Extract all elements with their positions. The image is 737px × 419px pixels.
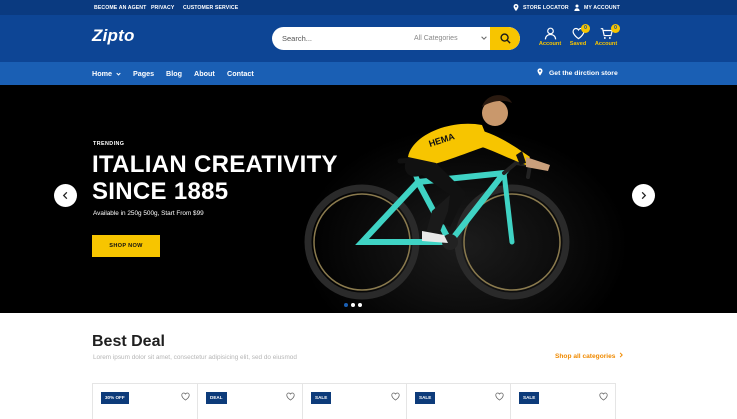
hero-eyebrow: TRENDING [93,141,125,147]
account-label: Account [538,41,562,47]
wishlist-heart-icon[interactable] [181,392,190,401]
user-icon [544,27,556,40]
cyclist-image: HEMA [304,95,570,300]
become-agent-link[interactable]: BECOME AN AGENT [94,5,146,11]
slider-dot[interactable] [358,303,362,307]
hero-slider: HEMA TRENDING ITALIAN CREATIVITY SINCE 1… [0,85,737,313]
saved-button[interactable]: 0 Saved [566,24,590,47]
wishlist-heart-icon[interactable] [495,392,504,401]
hero-title-line-1: ITALIAN CREATIVITY [92,151,338,178]
wishlist-heart-icon[interactable] [599,392,608,401]
main-navigation: Home Pages Blog About Contact Get the di… [0,62,737,85]
chevron-right-icon [641,191,647,200]
privacy-link[interactable]: PRIVACY [151,5,174,11]
sale-tag: SALE [415,392,436,404]
category-select[interactable]: All Categories [414,27,458,50]
site-logo[interactable]: Zipto [92,26,135,46]
slider-prev-button[interactable] [54,184,77,207]
cart-button[interactable]: 0 Account [594,24,620,47]
product-card[interactable]: SALE [510,383,616,419]
saved-label: Saved [569,41,587,47]
shop-all-categories-link[interactable]: Shop all categories [555,352,624,360]
customer-service-link[interactable]: CUSTOMER SERVICE [183,5,238,11]
my-account-link[interactable]: MY ACCOUNT [584,5,620,11]
search-button[interactable] [490,27,520,50]
wishlist-heart-icon[interactable] [286,392,295,401]
hero-title-line-2: SINCE 1885 [92,178,229,205]
best-deal-subtitle: Lorem ipsum dolor sit amet, consectetur … [93,354,297,361]
hero-subtitle: Available in 250g 500g, Start From $99 [93,210,204,217]
saved-count-badge: 0 [581,24,590,33]
best-deal-title: Best Deal [92,333,165,350]
slider-dot[interactable] [351,303,355,307]
chevron-right-icon [620,352,624,358]
chevron-left-icon [62,191,68,200]
product-card[interactable]: SALE [302,383,408,419]
cart-count-badge: 0 [611,24,620,33]
slider-next-button[interactable] [632,184,655,207]
wishlist-heart-icon[interactable] [391,392,400,401]
location-pin-icon [537,68,543,76]
nav-item-about[interactable]: About [194,69,215,78]
chevron-down-icon [116,72,121,76]
sale-tag: SALE [519,392,540,404]
search-icon [500,33,511,44]
shop-all-label: Shop all categories [555,353,616,360]
product-card[interactable]: 30% OFF [92,383,198,419]
nav-item-pages[interactable]: Pages [133,69,154,78]
store-direction-link[interactable]: Get the dirction store [537,68,618,77]
slider-dot[interactable] [344,303,348,307]
nav-item-contact[interactable]: Contact [227,69,254,78]
main-header: Zipto All Categories Account 0 Saved 0 A… [0,15,737,62]
nav-item-home[interactable]: Home [92,69,122,78]
search-bar: All Categories [272,27,520,50]
store-direction-label: Get the dirction store [549,70,618,77]
account-button[interactable]: Account [538,27,562,47]
chevron-down-icon [481,36,487,40]
hero-title: ITALIAN CREATIVITY SINCE 1885 [92,151,338,205]
nav-item-blog[interactable]: Blog [166,69,182,78]
top-utility-bar: BECOME AN AGENT PRIVACY CUSTOMER SERVICE… [0,0,737,15]
deal-card-list: 30% OFF DEAL SALE SALE SALE [92,383,616,419]
deal-tag: DEAL [206,392,227,404]
shop-now-button[interactable]: SHOP NOW [92,235,160,257]
nav-item-home-label: Home [92,69,112,78]
cart-label: Account [594,41,618,47]
search-input[interactable] [282,27,402,50]
sale-tag: SALE [311,392,332,404]
discount-tag: 30% OFF [101,392,129,404]
product-card[interactable]: DEAL [197,383,303,419]
product-card[interactable]: SALE [406,383,512,419]
user-icon [574,4,580,11]
store-locator-link[interactable]: STORE LOCATOR [523,5,569,11]
location-pin-icon [513,4,519,11]
